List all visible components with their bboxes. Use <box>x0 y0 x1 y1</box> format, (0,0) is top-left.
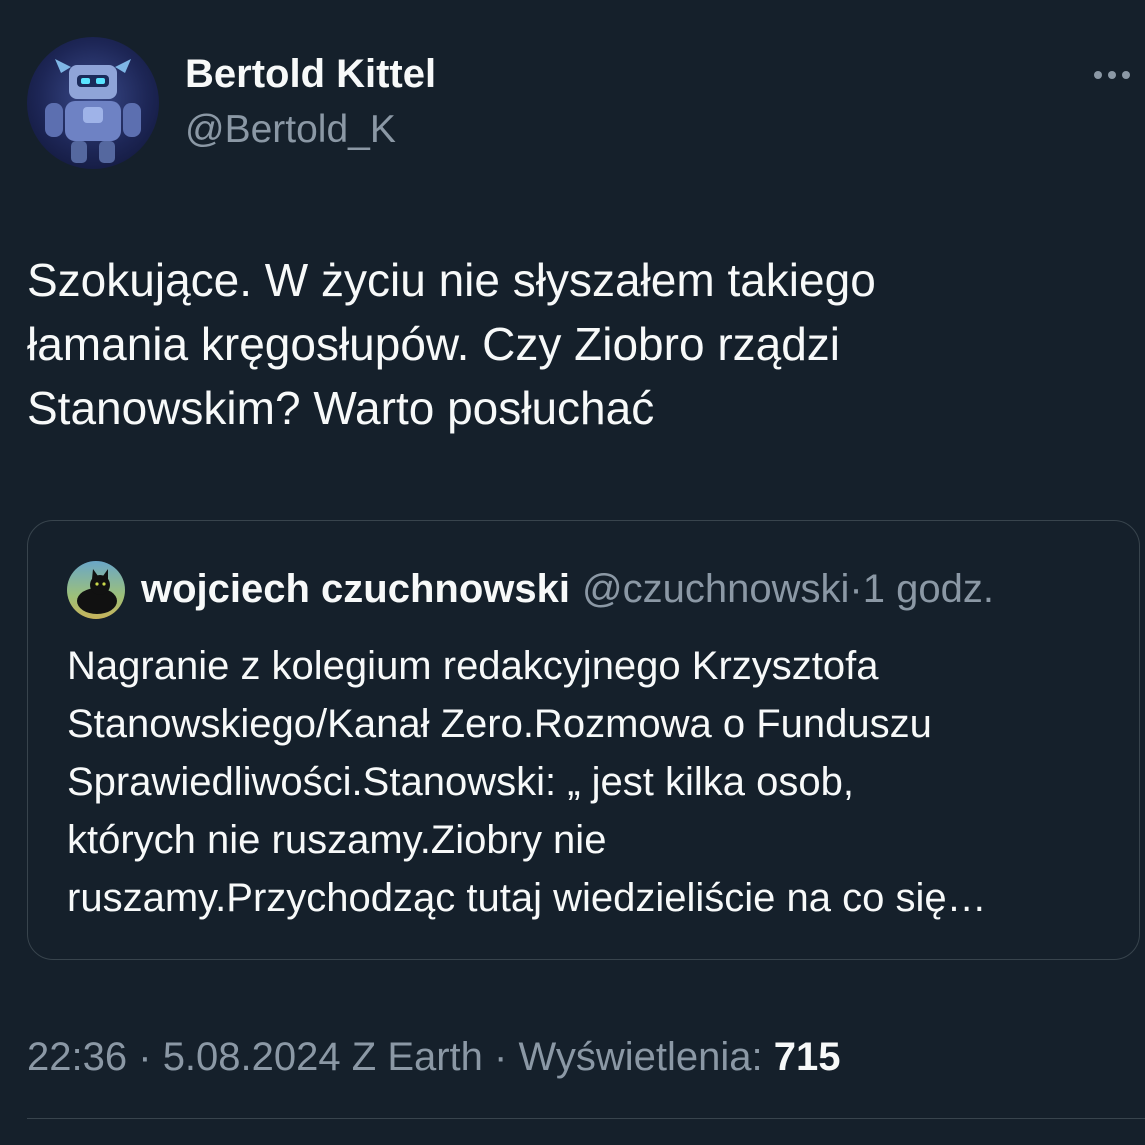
robot-knight-avatar-icon <box>45 59 141 163</box>
quoted-text-line: których nie ruszamy.Ziobry nie <box>67 818 607 862</box>
quoted-relative-time: 1 godz. <box>862 567 994 611</box>
tweet-metadata: 22:36 · 5.08.2024 Z Earth · Wyświetlenia… <box>27 1035 841 1080</box>
tweet-source: Z Earth <box>351 1035 483 1079</box>
tweet-text: Szokujące. W życiu nie słyszałem takiego… <box>27 248 1117 440</box>
quoted-text-line: ruszamy.Przychodząc tutaj wiedzieliście … <box>67 876 987 920</box>
quoted-text-line: Nagranie z kolegium redakcyjnego Krzyszt… <box>67 644 879 688</box>
meta-separator: · <box>494 1035 508 1079</box>
tweet-text-line: łamania kręgosłupów. Czy Ziobro rządzi <box>27 318 841 370</box>
author-avatar[interactable] <box>27 37 159 169</box>
views-label: Wyświetlenia: <box>518 1035 763 1079</box>
quoted-text-line: Stanowskiego/Kanał Zero.Rozmowa o Fundus… <box>67 702 932 746</box>
quoted-tweet-text: Nagranie z kolegium redakcyjnego Krzyszt… <box>67 637 1127 927</box>
tweet-text-line: Szokujące. W życiu nie słyszałem takiego <box>27 254 876 306</box>
black-cat-avatar-icon <box>77 569 117 614</box>
author-handle[interactable]: @Bertold_K <box>185 108 396 152</box>
quoted-tweet-header: wojciech czuchnowski @czuchnowski·1 godz. <box>141 567 994 612</box>
bottom-divider <box>27 1118 1145 1119</box>
meta-separator: · <box>138 1035 152 1079</box>
quoted-author-avatar <box>67 561 125 619</box>
quoted-text-line: Sprawiedliwości.Stanowski: „ jest kilka … <box>67 760 854 804</box>
quoted-time-separator: · <box>849 567 863 611</box>
more-options-button[interactable] <box>1090 60 1134 90</box>
quoted-tweet-card[interactable]: wojciech czuchnowski @czuchnowski·1 godz.… <box>27 520 1140 960</box>
views-count: 715 <box>773 1035 841 1079</box>
author-display-name[interactable]: Bertold Kittel <box>185 52 436 97</box>
tweet-date[interactable]: 5.08.2024 <box>163 1035 341 1079</box>
tweet-text-line: Stanowskim? Warto posłuchać <box>27 382 655 434</box>
quoted-author-handle: @czuchnowski <box>582 567 850 611</box>
quoted-author-name: wojciech czuchnowski <box>141 567 571 611</box>
tweet-time[interactable]: 22:36 <box>27 1035 127 1079</box>
